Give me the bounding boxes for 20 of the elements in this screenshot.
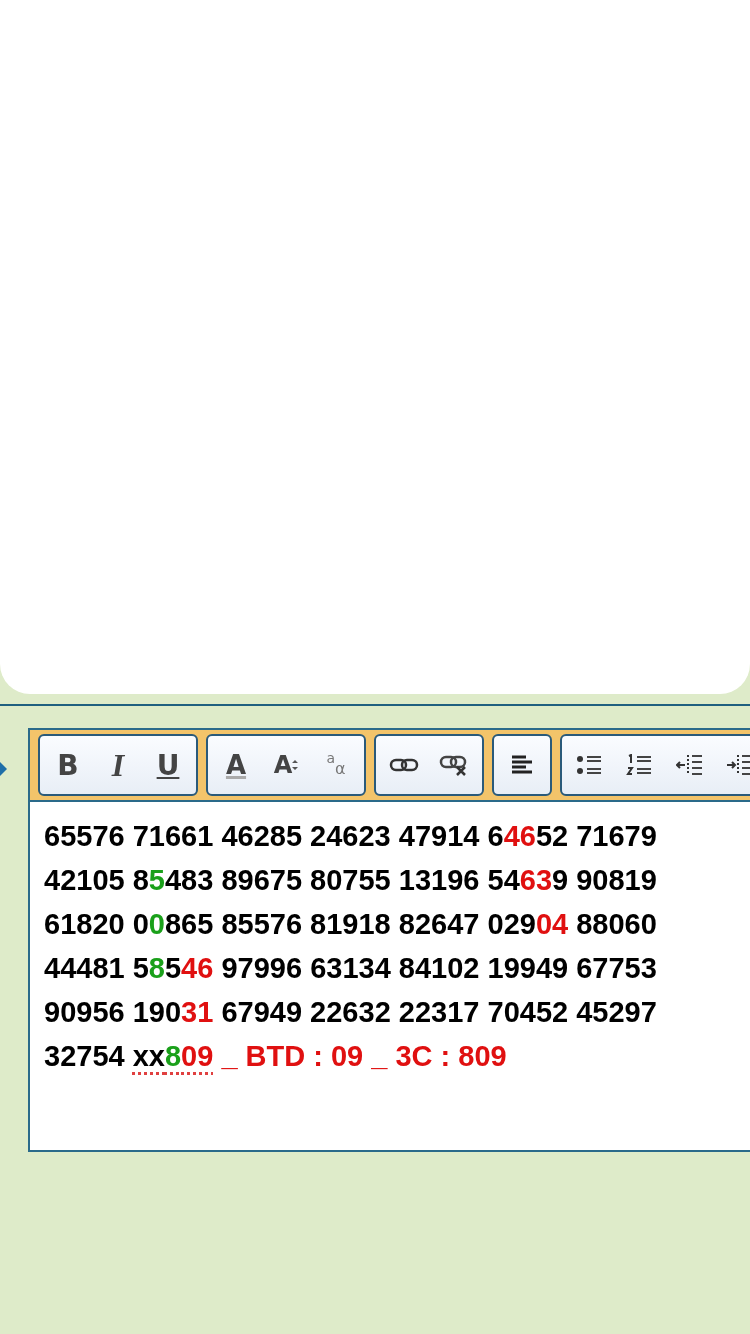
font-size-button[interactable]: A [264,743,308,787]
link-icon [389,757,419,773]
unlink-icon [439,754,469,776]
number-line: 44481 58546 97996 63134 84102 19949 67753 [44,951,658,986]
number-line: 90956 19031 67949 22632 22317 70452 45297 [44,995,658,1030]
arrow-icon [0,762,7,776]
outdent-icon [676,753,704,777]
number-line: 42105 85483 89675 80755 13196 54639 90819 [44,863,658,898]
number-line: 65576 71661 46285 24623 47914 64652 71679 [44,819,658,854]
number-line: 61820 00865 85576 81918 82647 02904 88060 [44,907,658,942]
bullet-list-icon [576,754,604,776]
number-line: 32754 xx809 _ BTD : 09 _ 3C : 809 [44,1039,508,1074]
align-left-icon [511,755,533,775]
italic-button[interactable]: I [96,743,140,787]
up-down-arrows-icon [292,759,299,771]
text-color-button[interactable]: A [214,743,258,787]
bold-button[interactable]: B [46,743,90,787]
indent-icon [726,753,750,777]
underline-button[interactable]: U [146,743,190,787]
numbered-list-icon [626,754,654,776]
